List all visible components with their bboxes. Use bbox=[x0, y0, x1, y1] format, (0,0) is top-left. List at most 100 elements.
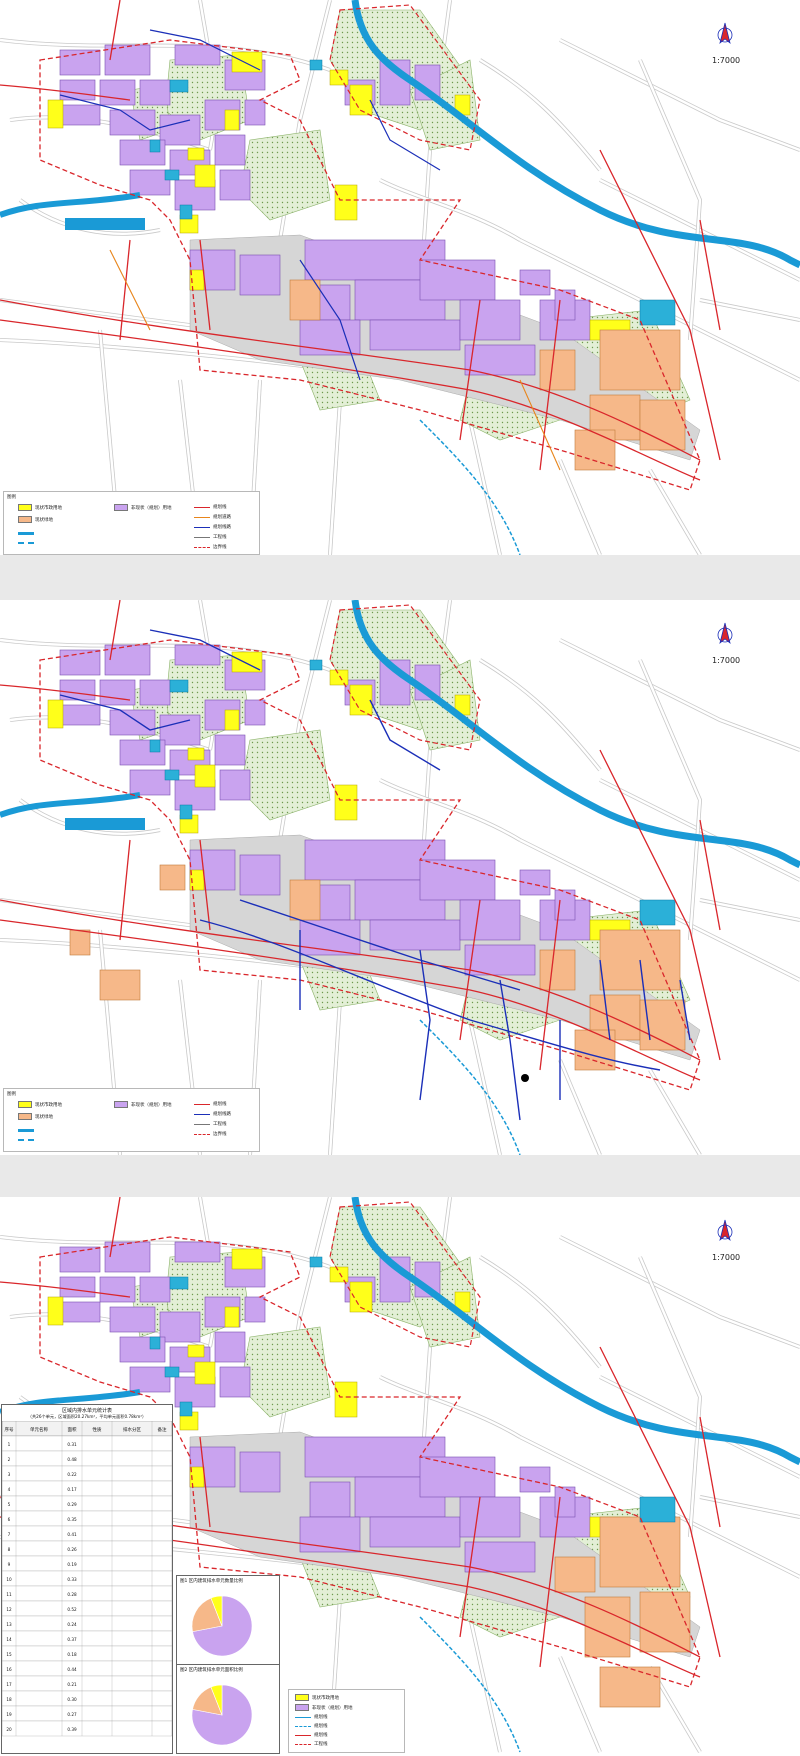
purple-block-29 bbox=[239, 1451, 281, 1493]
purple-block-15 bbox=[129, 1366, 171, 1393]
table-header-row bbox=[2, 1421, 172, 1437]
orange-block-4 bbox=[539, 349, 576, 391]
map-panel-2[interactable]: 1:7000 图例 现状市政用地 非现状（规划）用地 现状绿地 规划线 规划线路… bbox=[0, 600, 800, 1155]
purple-block-7 bbox=[59, 704, 101, 726]
separator-2 bbox=[0, 1155, 800, 1197]
scale-label-1: 1:7000 bbox=[712, 56, 741, 65]
purple-block-8 bbox=[109, 709, 156, 736]
table-cell: 0.35 bbox=[67, 1517, 77, 1522]
yellow-block-9 bbox=[224, 1306, 240, 1328]
legend-2-canal bbox=[18, 1139, 37, 1141]
lake-west bbox=[65, 218, 145, 230]
legend-3-item-3: 规划线 bbox=[295, 1723, 328, 1729]
water-block-3 bbox=[179, 204, 193, 220]
purple-block-5 bbox=[174, 44, 221, 66]
water-block-0 bbox=[169, 79, 189, 93]
chart-box-2: 图2 区内建筑排水单元面积比例 bbox=[176, 1664, 280, 1754]
table-cell: 4 bbox=[8, 1487, 11, 1492]
table-cell: 0.21 bbox=[67, 1682, 77, 1687]
legend-2-item-5: 规划线路 bbox=[194, 1111, 231, 1117]
table-row bbox=[2, 1450, 172, 1467]
pie-chart-2 bbox=[191, 1684, 253, 1746]
table-cell: 19 bbox=[6, 1712, 12, 1717]
legend-1-item-1: 非现状（规划）用地 bbox=[114, 504, 172, 511]
orange-block-0 bbox=[599, 329, 681, 391]
purple-block-33 bbox=[519, 1466, 551, 1493]
water-block-3 bbox=[179, 804, 193, 820]
table-row bbox=[2, 1675, 172, 1692]
legend-1-item-4: 规划道路 bbox=[194, 514, 231, 520]
purple-block-7 bbox=[59, 1301, 101, 1323]
table-cell: 16 bbox=[6, 1667, 12, 1672]
legend-1-item-6: 工程线 bbox=[194, 534, 227, 540]
purple-block-33 bbox=[519, 269, 551, 296]
table-row bbox=[2, 1660, 172, 1677]
yellow-block-3 bbox=[187, 1344, 205, 1358]
chart-box-1: 图1 区内建筑排水单元数量比例 bbox=[176, 1575, 280, 1665]
yellow-block-6 bbox=[334, 784, 358, 821]
purple-block-3 bbox=[99, 1276, 136, 1303]
purple-block-2 bbox=[59, 79, 96, 101]
table-header-4: 排水分区 bbox=[123, 1426, 141, 1433]
road-19 bbox=[638, 59, 703, 341]
orange-block-5 bbox=[289, 879, 321, 921]
road-center-21 bbox=[379, 1375, 521, 1439]
yellow-block-6 bbox=[334, 184, 358, 221]
legend-2-item-7: 边界线 bbox=[194, 1131, 227, 1137]
legend-1-item-2: 现状绿地 bbox=[18, 516, 53, 523]
yellow-block-0 bbox=[47, 699, 64, 729]
legend-1-item-0: 现状市政用地 bbox=[18, 504, 62, 511]
legend-3-item-4: 规划线 bbox=[295, 1732, 328, 1738]
table-cell: 0.27 bbox=[67, 1712, 77, 1717]
road-center-14 bbox=[558, 1656, 602, 1753]
north-arrow-shape bbox=[719, 22, 731, 45]
legend-3-item-0: 现状市政用地 bbox=[295, 1694, 339, 1701]
green-area-1 bbox=[239, 1326, 331, 1418]
water-block-1 bbox=[164, 1366, 180, 1378]
table-cell: 13 bbox=[6, 1622, 12, 1627]
table-cell: 9 bbox=[8, 1562, 11, 1567]
yellow-block-2 bbox=[194, 1361, 216, 1385]
table-row bbox=[2, 1510, 172, 1527]
legend-1-title: 图例 bbox=[7, 495, 16, 500]
table-row bbox=[2, 1495, 172, 1512]
table-header-5: 备注 bbox=[158, 1426, 167, 1433]
road-center-12 bbox=[328, 399, 342, 555]
legend-2-item-1: 非现状（规划）用地 bbox=[114, 1101, 172, 1108]
table-row bbox=[2, 1525, 172, 1542]
road-center-12 bbox=[328, 999, 342, 1155]
green-area-1 bbox=[239, 129, 331, 221]
yellow-block-9 bbox=[224, 709, 240, 731]
scale-label-3: 1:7000 bbox=[712, 1253, 741, 1262]
table-row bbox=[2, 1540, 172, 1557]
purple-block-29 bbox=[239, 254, 281, 296]
map-panel-3[interactable]: 1:7000 区域内排水单元统计表 （共26个单元，区域面积20.27km²，平… bbox=[0, 1197, 800, 1756]
purple-block-17 bbox=[219, 769, 251, 801]
yellow-block-2 bbox=[194, 164, 216, 188]
orange-block-4 bbox=[599, 1666, 661, 1708]
table-cell: 5 bbox=[8, 1502, 11, 1507]
table-header-1: 单元名称 bbox=[30, 1426, 48, 1433]
road-center-21 bbox=[379, 178, 521, 242]
map-panel-1[interactable]: 1:7000 图例 现状市政用地 非现状（规划）用地 现状绿地 规划线 规划道路… bbox=[0, 0, 800, 555]
table-title: 区域内排水单元统计表 bbox=[61, 1408, 112, 1414]
purple-block-8 bbox=[109, 1306, 156, 1333]
purple-block-14 bbox=[214, 1331, 246, 1363]
table-cell: 0.22 bbox=[67, 1472, 77, 1477]
table-cell: 0.29 bbox=[67, 1502, 77, 1507]
map-2-canvas bbox=[0, 600, 800, 1155]
scale-label-2: 1:7000 bbox=[712, 656, 741, 665]
yellow-block-0 bbox=[47, 1296, 64, 1326]
table-cell: 6 bbox=[8, 1517, 11, 1522]
canal bbox=[419, 1616, 521, 1753]
table-cell: 0.41 bbox=[67, 1532, 77, 1537]
yellow-block-11 bbox=[329, 1266, 349, 1283]
table-cell: 15 bbox=[6, 1652, 12, 1657]
orange-block-3 bbox=[554, 1556, 596, 1593]
purple-block-11 bbox=[244, 699, 266, 726]
purple-block-24 bbox=[459, 899, 521, 941]
purple-block-17 bbox=[219, 1366, 251, 1398]
purple-block-4 bbox=[139, 679, 171, 706]
purple-block-4 bbox=[139, 1276, 171, 1303]
purple-block-9 bbox=[159, 714, 201, 746]
